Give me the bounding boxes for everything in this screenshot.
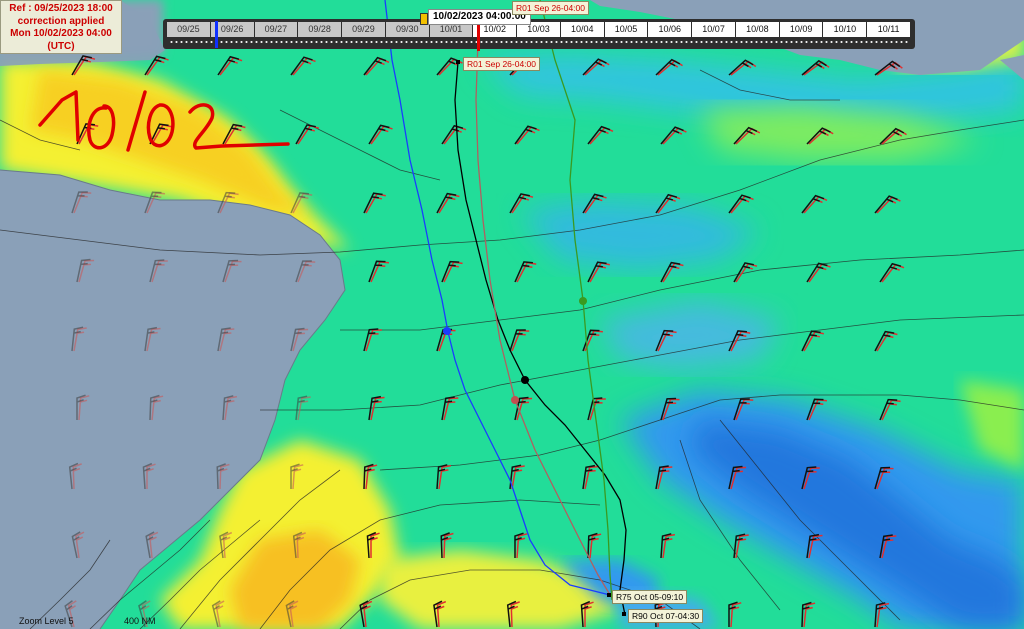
timeline-date-10-08[interactable]: 10/08 xyxy=(735,22,780,37)
route-r90-label[interactable]: R90 Oct 07-04:30 xyxy=(628,609,704,623)
timeline-current-marker[interactable] xyxy=(477,21,480,51)
weather-routing-map[interactable]: Ref : 09/25/2023 18:00 correction applie… xyxy=(0,0,1024,629)
route-r75-marker xyxy=(607,593,611,597)
ref-line-1: Ref : 09/25/2023 18:00 xyxy=(9,3,113,14)
timeline-date-09-25[interactable]: 09/25 xyxy=(167,22,211,37)
ref-line-3: Mon 10/02/2023 04:00 xyxy=(10,28,112,39)
timeline-bar[interactable]: 09/25 09/26 09/27 09/28 09/29 09/30 10/01 10/02… xyxy=(163,19,915,51)
route-start-marker xyxy=(456,60,460,64)
timeline-date-10-04[interactable]: 10/04 xyxy=(560,22,605,37)
map-canvas[interactable] xyxy=(0,0,1024,629)
ref-line-4: (UTC) xyxy=(47,40,75,52)
time-flag-icon xyxy=(420,13,428,25)
timeline-date-10-07[interactable]: 10/07 xyxy=(692,22,736,37)
timeline-ref-marker[interactable] xyxy=(215,21,218,48)
route-start-label[interactable]: R01 Sep 26-04:00 xyxy=(463,57,540,71)
timeline-date-09-28[interactable]: 09/28 xyxy=(298,22,343,37)
route-r75-label[interactable]: R75 Oct 05-09:10 xyxy=(612,590,688,604)
timeline-date-10-10[interactable]: 10/10 xyxy=(823,22,868,37)
route-brown-position[interactable] xyxy=(511,396,519,404)
timeline-date-10-09[interactable]: 10/09 xyxy=(779,22,824,37)
timeline-date-10-11[interactable]: 10/11 xyxy=(867,22,912,37)
timeline-date-09-27[interactable]: 09/27 xyxy=(254,22,299,37)
ref-line-2: correction applied xyxy=(17,15,105,27)
route-blue-position[interactable] xyxy=(443,327,451,335)
timeline-dates: 09/25 09/26 09/27 09/28 09/29 09/30 10/01 10/02… xyxy=(167,22,912,37)
route-green-position[interactable] xyxy=(579,297,587,305)
timeline-ticks[interactable] xyxy=(169,40,909,44)
timeline-date-10-05[interactable]: 10/05 xyxy=(604,22,649,37)
route-black-position[interactable] xyxy=(521,376,529,384)
zoom-level-label: Zoom Level 5 xyxy=(19,616,74,626)
scale-label: 400 NM xyxy=(124,616,156,626)
timeline-date-09-29[interactable]: 09/29 xyxy=(342,22,386,37)
timeline-date-10-06[interactable]: 10/06 xyxy=(648,22,693,37)
route-r90-marker xyxy=(622,612,626,616)
reference-info-box: Ref : 09/25/2023 18:00 correction applie… xyxy=(0,0,122,54)
route-start-label-top[interactable]: R01 Sep 26-04:00 xyxy=(512,1,589,15)
